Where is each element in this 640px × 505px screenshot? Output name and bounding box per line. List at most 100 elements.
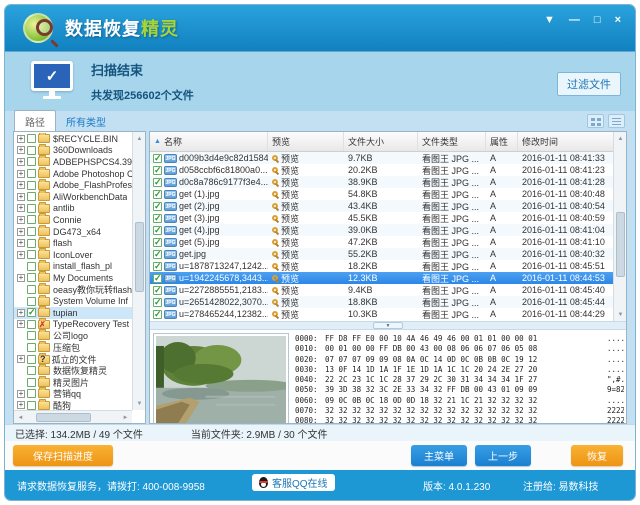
tree-checkbox[interactable] [27,377,36,387]
minimize-icon[interactable]: — [569,13,580,27]
preview-link[interactable]: 预览 [268,236,344,248]
scroll-up-icon[interactable]: ▲ [133,132,145,145]
tree-checkbox[interactable] [27,331,36,341]
tree-checkbox[interactable] [27,250,36,260]
column-header-attr[interactable]: 属性 [486,132,518,151]
scroll-left-icon[interactable]: ◄ [14,411,27,423]
tree-checkbox[interactable] [27,342,36,352]
tree-item[interactable]: ✗ ? AliWorkbenchData [14,190,132,203]
tree-checkbox[interactable] [27,389,36,399]
expander-icon[interactable] [17,320,25,329]
table-row[interactable]: JPG get (4).jpg 预览 39.0KB 看图王 JPG ... A … [150,224,613,236]
tree-item[interactable]: ✗ ? TypeRecovery Test [14,317,132,331]
table-row[interactable]: JPG get (5).jpg 预览 47.2KB 看图王 JPG ... A … [150,236,613,248]
tree-item[interactable]: ✗ ? 营销qq [14,387,132,400]
table-vertical-scrollbar[interactable]: ▲ ▼ [613,132,626,321]
file-checkbox[interactable] [153,201,162,212]
tree-checkbox[interactable] [27,203,36,213]
expander-icon[interactable] [17,134,25,143]
qq-support-button[interactable]: 客服QQ在线 [252,474,335,491]
preview-link[interactable]: 预览 [268,284,344,296]
detail-view-icon[interactable] [608,114,625,128]
expander-icon[interactable] [17,401,25,410]
menu-dropdown-icon[interactable]: ▼ [544,13,555,27]
preview-link[interactable]: 预览 [268,164,344,176]
scroll-up-icon[interactable]: ▲ [614,132,626,145]
preview-link[interactable]: 预览 [268,308,344,320]
expander-icon[interactable] [17,250,25,259]
expander-icon[interactable] [17,239,25,248]
tree-item[interactable]: ✗ ? My Documents [14,271,132,284]
column-header-mtime[interactable]: 修改时间 [518,132,626,151]
preview-link[interactable]: 预览 [268,188,344,200]
file-checkbox[interactable] [153,297,162,308]
preview-link[interactable]: 预览 [268,176,344,188]
maximize-icon[interactable]: □ [594,13,601,27]
table-row[interactable]: JPG get.jpg 预览 55.2KB 看图王 JPG ... A 2016… [150,248,613,260]
tree-checkbox[interactable] [27,354,36,364]
preview-link[interactable]: 预览 [268,260,344,272]
table-row[interactable]: JPG u=2272885551,2183... 预览 9.4KB 看图王 JP… [150,284,613,296]
tree-item[interactable]: ✗ ? 公司logo [14,329,132,342]
column-header-preview[interactable]: 预览 [268,132,344,151]
expander-icon[interactable] [17,192,25,201]
expander-icon[interactable] [17,204,25,213]
tree-checkbox[interactable] [27,273,36,283]
expander-icon[interactable] [17,273,25,282]
tree-item[interactable]: ✗ ? $RECYCLE.BIN [14,133,132,145]
expander-icon[interactable] [17,308,25,317]
tree-item[interactable]: ✗ ? Adobe_FlashProfes [14,178,132,191]
preview-link[interactable]: 预览 [268,296,344,308]
file-checkbox[interactable] [153,285,162,296]
preview-link[interactable]: 预览 [268,248,344,260]
save-scan-progress-button[interactable]: 保存扫描进度 [13,445,113,466]
tree-item[interactable]: ✗ ? DG473_x64 [14,225,132,238]
file-checkbox[interactable] [153,213,162,224]
tree-checkbox[interactable] [27,319,36,329]
tree-checkbox[interactable] [27,134,36,144]
table-row[interactable]: JPG u=1942245678,3443... 预览 12.3KB 看图王 J… [150,272,613,284]
preview-link[interactable]: 预览 [268,152,344,164]
tree-checkbox[interactable] [27,285,36,295]
tree-checkbox[interactable] [27,169,36,179]
file-checkbox[interactable] [153,309,162,320]
tree-item[interactable]: ✗ ? IconLover [14,248,132,261]
collapse-preview-button[interactable]: ▼ [373,322,403,329]
scroll-down-icon[interactable]: ▼ [614,308,626,321]
tree-item[interactable]: ✗ ? oeasy教你玩转flash [14,283,132,296]
column-header-size[interactable]: 文件大小 [344,132,418,151]
expander-icon[interactable] [17,157,25,166]
tree-item[interactable]: ✗ ? antlib [14,201,132,215]
file-checkbox[interactable] [153,189,162,200]
column-header-type[interactable]: 文件类型 [418,132,486,151]
file-checkbox[interactable] [153,153,162,164]
table-row[interactable]: JPG d0c8a786c9177f3e4... 预览 38.9KB 看图王 J… [150,176,613,188]
tree-item[interactable]: ✗ ? 酷狗 [14,398,132,410]
expander-icon[interactable] [17,389,25,398]
file-checkbox[interactable] [153,261,162,272]
scroll-right-icon[interactable]: ► [119,411,132,423]
file-checkbox[interactable] [153,249,162,260]
tree-checkbox[interactable] [27,180,36,190]
file-checkbox[interactable] [153,177,162,188]
table-row[interactable]: JPG get (1).jpg 预览 54.8KB 看图王 JPG ... A … [150,188,613,200]
expander-icon[interactable] [17,169,25,178]
expander-icon[interactable] [17,181,25,190]
tree-item[interactable]: ✗ ? install_flash_pl [14,259,132,273]
previous-step-button[interactable]: 上一步 [475,445,531,466]
table-row[interactable]: JPG get (3).jpg 预览 45.5KB 看图王 JPG ... A … [150,212,613,224]
tree-checkbox[interactable] [27,400,36,410]
tree-checkbox[interactable] [27,145,36,155]
file-checkbox[interactable] [153,165,162,176]
expander-icon[interactable] [17,215,25,224]
tree-item[interactable]: ✗ ? tupian [14,306,132,319]
table-row[interactable]: JPG d058ccbf6c81800a0... 预览 20.2KB 看图王 J… [150,164,613,176]
table-row[interactable]: JPG get (2).jpg 预览 43.4KB 看图王 JPG ... A … [150,200,613,212]
tree-item[interactable]: ✗ ? 数据恢复精灵 [14,364,132,377]
tab-path[interactable]: 路径 [14,110,56,131]
tree-item[interactable]: ✗ ? System Volume Inf [14,294,132,307]
close-icon[interactable]: × [615,13,621,27]
tree-item[interactable]: ✗ ? Connie [14,213,132,226]
tree-item[interactable]: ✗ ? Adobe Photoshop C [14,167,132,180]
tree-checkbox[interactable] [27,238,36,248]
